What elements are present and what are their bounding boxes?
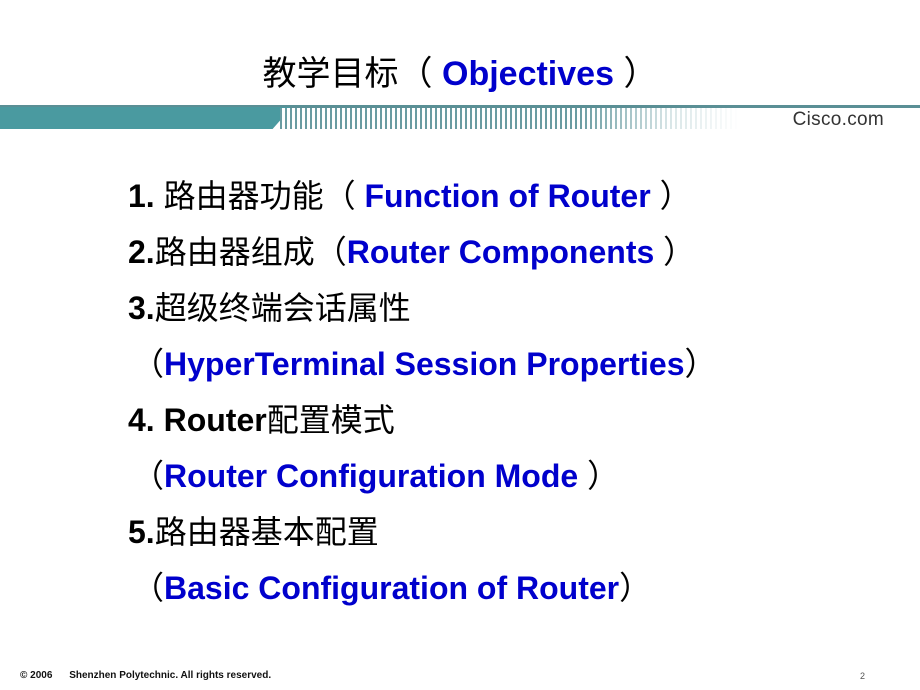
open-paren: （ <box>132 345 165 383</box>
objective-1: 1. 路由器功能（ Function of Router ） <box>128 168 717 224</box>
close-paren: ） <box>659 177 692 215</box>
slide-title: 教学目标（ Objectives ） <box>0 52 920 96</box>
cisco-logo-text: Cisco.com <box>792 109 884 130</box>
objective-3: 3.超级终端会话属性 <box>128 280 717 336</box>
item-chinese: 路由器功能 <box>163 177 324 215</box>
objective-4-english: （Router Configuration Mode ） <box>128 448 717 504</box>
item-number: 4. Router <box>128 402 267 438</box>
page-number: 2 <box>860 671 866 681</box>
objective-3-english: （HyperTerminal Session Properties） <box>128 336 717 392</box>
open-paren: （ <box>132 457 165 495</box>
open-paren: （ <box>314 233 347 271</box>
item-number: 3. <box>128 290 155 326</box>
item-chinese: 配置模式 <box>266 401 395 439</box>
item-chinese: 路由器组成 <box>154 233 315 271</box>
title-english: Objectives <box>442 55 614 93</box>
item-english: HyperTerminal Session Properties <box>164 346 685 382</box>
title-close-paren: ） <box>623 54 658 94</box>
open-paren: （ <box>132 569 165 607</box>
item-number: 5. <box>128 514 155 550</box>
copyright-year: © 2006 <box>20 670 53 681</box>
cisco-banner: Cisco.com <box>0 105 920 131</box>
objective-5: 5.路由器基本配置 <box>128 504 717 560</box>
objective-2: 2.路由器组成（Router Components ） <box>128 224 717 280</box>
objective-4: 4. Router配置模式 <box>128 392 717 448</box>
item-chinese: 路由器基本配置 <box>154 513 379 551</box>
item-number: 1. <box>128 178 155 214</box>
banner-stripes <box>280 108 740 129</box>
item-english: Router Configuration Mode <box>164 458 579 494</box>
close-paren: ） <box>587 457 620 495</box>
close-paren: ） <box>684 345 717 383</box>
item-english: Basic Configuration of Router <box>164 570 620 606</box>
open-paren: （ <box>323 177 356 215</box>
item-chinese: 超级终端会话属性 <box>154 289 411 327</box>
item-number: 2. <box>128 234 155 270</box>
banner-solid-bar <box>0 107 290 129</box>
close-paren: ） <box>663 233 696 271</box>
footer: © 2006 Shenzhen Polytechnic. All rights … <box>20 670 271 681</box>
item-english: Function of Router <box>364 178 651 214</box>
objectives-list: 1. 路由器功能（ Function of Router ） 2.路由器组成（R… <box>128 168 717 616</box>
objective-5-english: （Basic Configuration of Router） <box>128 560 717 616</box>
item-english: Router Components <box>346 234 655 270</box>
copyright-text: Shenzhen Polytechnic. All rights reserve… <box>69 670 272 681</box>
close-paren: ） <box>619 569 652 607</box>
title-chinese: 教学目标（ <box>262 54 433 94</box>
